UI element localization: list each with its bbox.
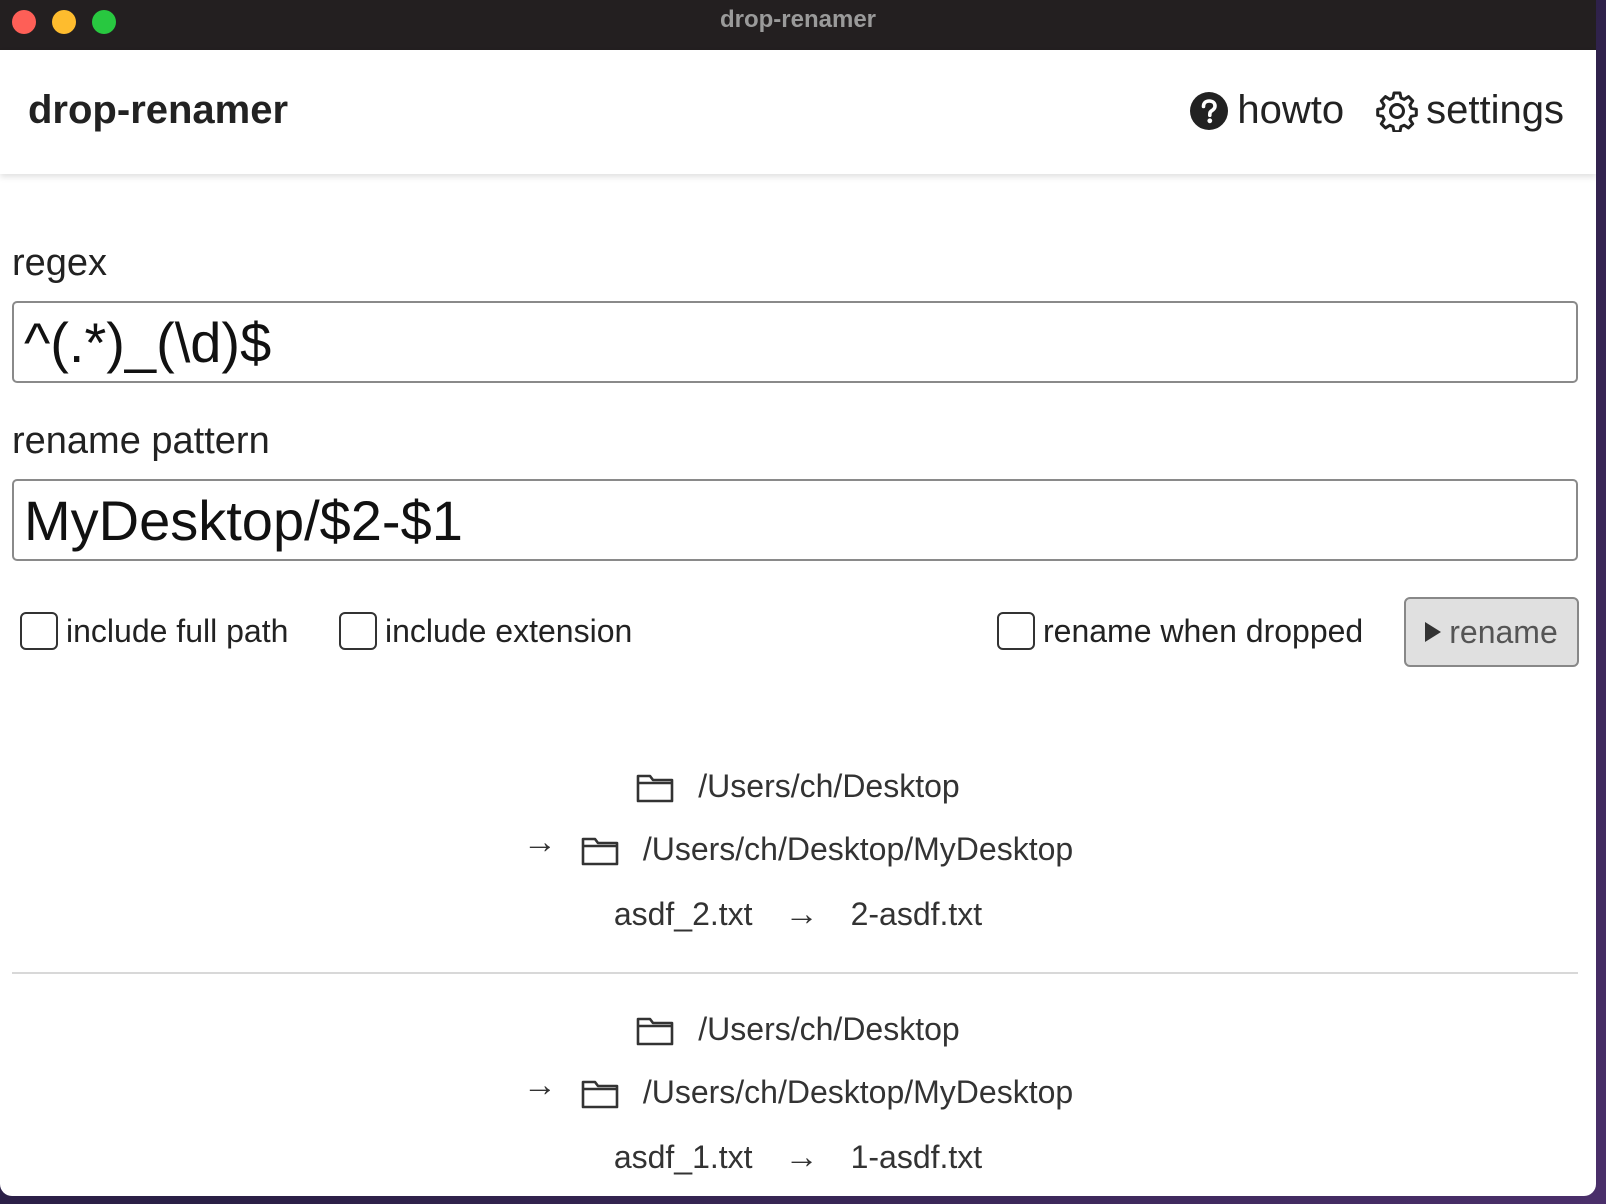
title-bar: drop-renamer [0,0,1596,51]
gear-icon [1376,90,1418,132]
arrow-right-icon: → [784,1138,819,1176]
entry-target-dir: → /Users/ch/Desktop/MyDesktop [0,823,1596,868]
include-extension-checkbox[interactable] [339,612,377,650]
rename-pattern-label: rename pattern [12,420,270,462]
old-file-name: asdf_1.txt [613,1139,753,1175]
rename-when-dropped-option[interactable]: rename when dropped [997,612,1363,650]
arrow-right-icon: → [522,1066,557,1104]
source-dir-path: /Users/ch/Desktop [698,1011,960,1047]
rename-when-dropped-checkbox[interactable] [997,612,1035,650]
arrow-right-icon: → [784,895,819,933]
new-file-name: 2-asdf.txt [850,896,983,932]
rename-button-label: rename [1449,613,1558,650]
entry-divider [12,972,1578,974]
folder-icon [581,834,619,866]
app-nav: howto settings [1189,88,1564,133]
entry-source-dir: /Users/ch/Desktop [0,1011,1596,1048]
rename-when-dropped-label: rename when dropped [1043,612,1364,649]
arrow-right-icon: → [522,823,557,861]
include-extension-option[interactable]: include extension [339,612,632,650]
regex-input[interactable] [12,301,1578,383]
target-dir-path: /Users/ch/Desktop/MyDesktop [642,1074,1074,1110]
settings-label: settings [1426,88,1564,132]
howto-label: howto [1237,88,1345,132]
include-full-path-label: include full path [66,612,289,649]
regex-label: regex [12,242,108,284]
entry-filename-change: asdf_1.txt → 1-asdf.txt [0,1138,1596,1177]
play-icon [1425,622,1442,642]
settings-button[interactable]: settings [1376,88,1564,133]
source-dir-path: /Users/ch/Desktop [698,768,960,804]
target-dir-path: /Users/ch/Desktop/MyDesktop [642,831,1074,867]
window-title: drop-renamer [719,6,877,33]
rename-pattern-input[interactable] [12,479,1578,561]
entry-filename-change: asdf_2.txt → 2-asdf.txt [0,895,1596,934]
howto-button[interactable]: howto [1189,88,1344,133]
entry-source-dir: /Users/ch/Desktop [0,768,1596,805]
include-extension-label: include extension [385,612,633,649]
include-full-path-checkbox[interactable] [20,612,58,650]
rename-button[interactable]: rename [1404,597,1579,667]
app-window: drop-renamer drop-renamer howto settings… [0,0,1596,1196]
help-icon [1189,91,1229,131]
app-name: drop-renamer [28,88,289,132]
folder-icon [636,771,674,803]
folder-icon [636,1014,674,1046]
app-bar: drop-renamer howto settings [0,50,1596,174]
folder-icon [581,1077,619,1109]
include-full-path-option[interactable]: include full path [20,612,288,650]
old-file-name: asdf_2.txt [613,896,753,932]
entry-target-dir: → /Users/ch/Desktop/MyDesktop [0,1066,1596,1111]
new-file-name: 1-asdf.txt [850,1139,983,1175]
